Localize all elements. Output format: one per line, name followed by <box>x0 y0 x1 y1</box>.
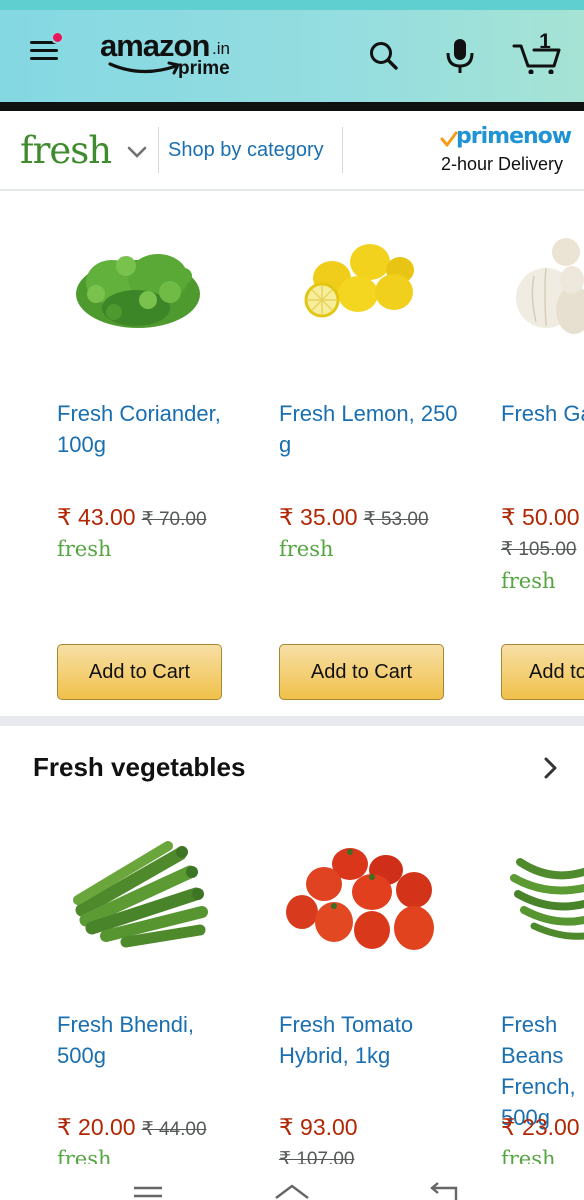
section-divider <box>0 716 584 726</box>
delivery-text: 2-hour Delivery <box>441 154 564 174</box>
chevron-right-icon[interactable] <box>540 756 562 780</box>
fresh-tag: fresh <box>57 537 112 561</box>
coriander-image[interactable] <box>66 236 210 336</box>
section-title[interactable]: Fresh vegetables <box>33 752 245 783</box>
tomato-image[interactable] <box>284 844 440 956</box>
microphone-icon[interactable] <box>442 38 478 74</box>
product-price: ₹ 35.00 <box>279 504 358 530</box>
product-title-bhendi[interactable]: Fresh Bhendi, 500g <box>57 1009 247 1071</box>
list-price: ₹ 53.00 <box>363 509 429 530</box>
fresh-tag: fresh <box>279 537 334 561</box>
bhendi-image[interactable] <box>72 838 208 948</box>
fresh-tag: fresh <box>501 569 556 593</box>
product-price: ₹ 93.00 <box>279 1114 358 1140</box>
system-nav-bar <box>0 1164 584 1200</box>
add-to-cart-button[interactable]: Add to Cart <box>57 644 222 700</box>
separator <box>158 127 159 173</box>
lemon-image[interactable] <box>300 236 424 328</box>
shop-by-category-link[interactable]: Shop by category <box>168 139 324 162</box>
primenow-logo[interactable]: primenow <box>440 124 572 155</box>
logo-tier: prime <box>178 58 230 79</box>
back-icon[interactable] <box>424 1178 464 1200</box>
app-header <box>0 10 584 102</box>
add-to-cart-button[interactable]: Add to Cart <box>279 644 444 700</box>
search-icon[interactable] <box>366 38 402 74</box>
amazon-prime-logo[interactable]: amazon .in prime <box>100 28 240 84</box>
product-title-garlic[interactable]: Fresh Garlic, 250g <box>501 398 584 429</box>
menu-button[interactable] <box>28 31 64 64</box>
garlic-image[interactable] <box>516 236 584 338</box>
home-icon[interactable] <box>272 1178 312 1200</box>
recent-apps-icon[interactable] <box>128 1178 168 1200</box>
primenow-label: primenow <box>456 124 572 149</box>
header-bottom-border <box>0 102 584 111</box>
fresh-subnav: fresh Shop by category primenow 2-hour D… <box>0 111 584 191</box>
list-price: ₹ 105.00 <box>501 539 577 560</box>
price-row: ₹ 20.00 ₹ 44.00 <box>57 1114 207 1141</box>
fresh-store-logo[interactable]: fresh <box>20 129 112 172</box>
list-price: ₹ 70.00 <box>141 509 207 530</box>
price-row: ₹ 43.00 ₹ 70.00 <box>57 504 207 531</box>
notification-dot <box>51 31 64 44</box>
status-strip <box>0 0 584 10</box>
product-title-tomato[interactable]: Fresh Tomato Hybrid, 1kg <box>279 1009 469 1071</box>
product-price: ₹ 23.00 <box>501 1114 580 1140</box>
beans-image[interactable] <box>510 842 584 952</box>
product-price: ₹ 50.00 <box>501 504 580 530</box>
separator <box>342 127 343 173</box>
smile-icon <box>108 61 180 75</box>
cart-count: 1 <box>539 30 551 53</box>
product-title-coriander[interactable]: Fresh Coriander, 100g <box>57 398 247 460</box>
product-price: ₹ 20.00 <box>57 1114 136 1140</box>
price-row: ₹ 35.00 ₹ 53.00 <box>279 504 429 531</box>
list-price: ₹ 44.00 <box>141 1119 207 1140</box>
chevron-down-icon[interactable] <box>126 145 148 159</box>
product-price: ₹ 43.00 <box>57 504 136 530</box>
product-title-lemon[interactable]: Fresh Lemon, 250 g <box>279 398 469 460</box>
logo-suffix: .in <box>212 39 230 58</box>
add-to-cart-button[interactable]: Add to Cart <box>501 644 584 700</box>
